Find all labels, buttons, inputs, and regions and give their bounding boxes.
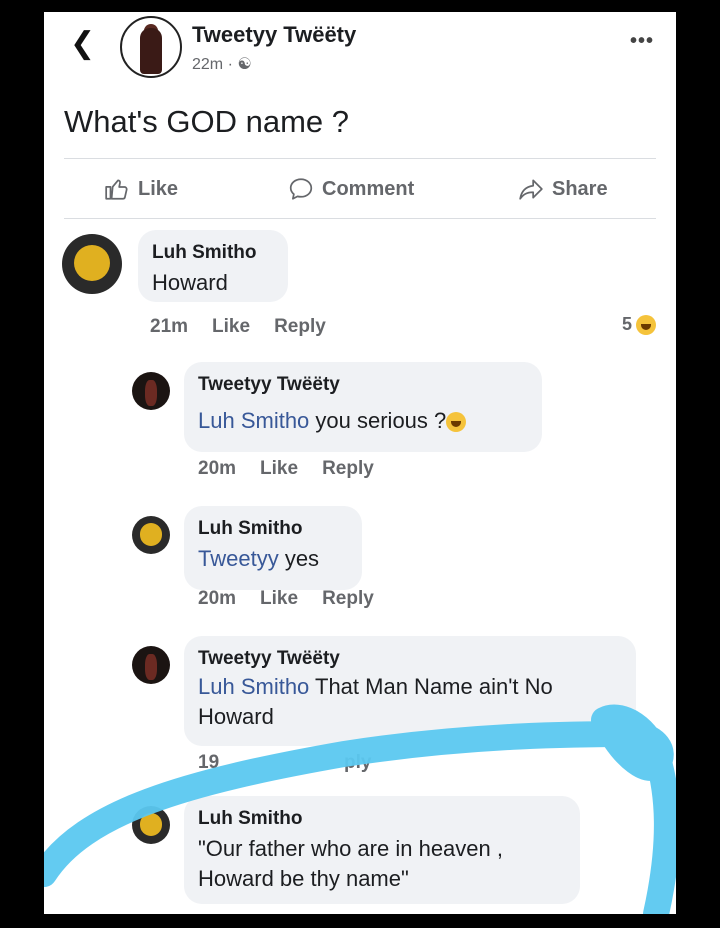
comment-author[interactable]: Luh Smitho	[198, 518, 302, 540]
comment-reply[interactable]: Reply	[274, 316, 326, 337]
comment-text-line2: Howard be thy name"	[198, 866, 409, 891]
commenter-avatar[interactable]	[62, 234, 122, 294]
comment-reply[interactable]: Reply	[322, 458, 374, 479]
reaction-summary[interactable]: 5	[622, 314, 656, 335]
comment-author[interactable]: Luh Smitho	[198, 808, 302, 830]
comment-text: Luh Smitho you serious ?	[198, 406, 467, 436]
comment-like[interactable]: Like	[260, 588, 298, 609]
comment-text-line1: Luh Smitho That Man Name ain't No	[198, 672, 553, 702]
post-text: What's GOD name ?	[64, 104, 350, 139]
comment-time: 21m	[150, 316, 189, 337]
comment-time: 20m	[198, 458, 237, 479]
comment-label: Comment	[322, 177, 415, 200]
thumbs-up-icon	[105, 179, 128, 200]
comment-time: 19	[198, 752, 220, 773]
post-screen: ❮ Tweetyy Twëëty 22m · ☯ ••• What's GOD …	[44, 12, 676, 914]
comment-author[interactable]: Luh Smitho	[152, 242, 256, 264]
comment-button[interactable]: Comment	[288, 176, 414, 202]
comment-like[interactable]: Like	[212, 316, 250, 337]
comment-body: you serious ?	[309, 408, 447, 433]
share-label: Share	[552, 177, 608, 200]
mention-link[interactable]: Tweetyy	[198, 546, 279, 571]
comment-reply[interactable]: ply	[344, 752, 371, 774]
share-icon	[519, 179, 543, 200]
comment-meta: 19	[198, 752, 243, 774]
comment-body: yes	[278, 546, 320, 571]
divider	[64, 218, 656, 219]
comment-like[interactable]: Like	[260, 458, 298, 479]
post-time: 22m ·	[192, 56, 238, 73]
reaction-count: 5	[621, 314, 632, 334]
comment-text: Tweetyy yes	[198, 544, 319, 574]
comment-text: Howard	[152, 270, 228, 295]
comment-meta: 20m Like Reply	[198, 588, 398, 610]
comment-text-line2: Howard	[198, 704, 274, 729]
haha-emoji-icon	[636, 314, 656, 335]
poster-name[interactable]: Tweetyy Twëëty	[192, 22, 356, 48]
poster-avatar[interactable]	[120, 16, 182, 78]
comment-bubble: Tweetyy Twëëty Luh Smitho you serious ?	[184, 362, 542, 452]
comment-icon	[289, 178, 313, 200]
commenter-avatar[interactable]	[132, 646, 170, 684]
mention-link[interactable]: Luh Smitho	[198, 408, 309, 433]
comment-author[interactable]: Tweetyy Twëëty	[198, 648, 340, 670]
comment-meta: 20m Like Reply	[198, 458, 398, 480]
comment-time: 20m	[198, 588, 237, 609]
comment-text-line1: "Our father who are in heaven ,	[198, 836, 503, 861]
share-button[interactable]: Share	[518, 176, 608, 202]
comment-bubble: Luh Smitho Tweetyy yes	[184, 506, 362, 590]
mention-link[interactable]: Luh Smitho	[198, 674, 309, 699]
comment-bubble: Luh Smitho Howard	[138, 230, 288, 302]
like-button[interactable]: Like	[104, 176, 178, 202]
comment-author[interactable]: Tweetyy Twëëty	[198, 374, 340, 396]
comment-reply[interactable]: Reply	[322, 588, 374, 609]
laughing-emoji-icon	[446, 412, 467, 433]
divider	[64, 158, 656, 159]
comment-bubble: Tweetyy Twëëty Luh Smitho That Man Name …	[184, 636, 636, 746]
chevron-left-icon[interactable]: ❮	[70, 26, 95, 61]
like-label: Like	[138, 177, 179, 200]
comment-body: That Man Name ain't No	[309, 674, 553, 699]
commenter-avatar[interactable]	[132, 372, 170, 410]
commenter-avatar[interactable]	[132, 806, 170, 844]
friends-icon: ☯	[237, 56, 252, 73]
comment-bubble: Luh Smitho "Our father who are in heaven…	[184, 796, 580, 904]
post-meta: 22m · ☯	[192, 54, 252, 74]
commenter-avatar[interactable]	[132, 516, 170, 554]
more-horizontal-icon[interactable]: •••	[630, 30, 654, 53]
comment-meta: 21m Like Reply	[150, 316, 350, 338]
